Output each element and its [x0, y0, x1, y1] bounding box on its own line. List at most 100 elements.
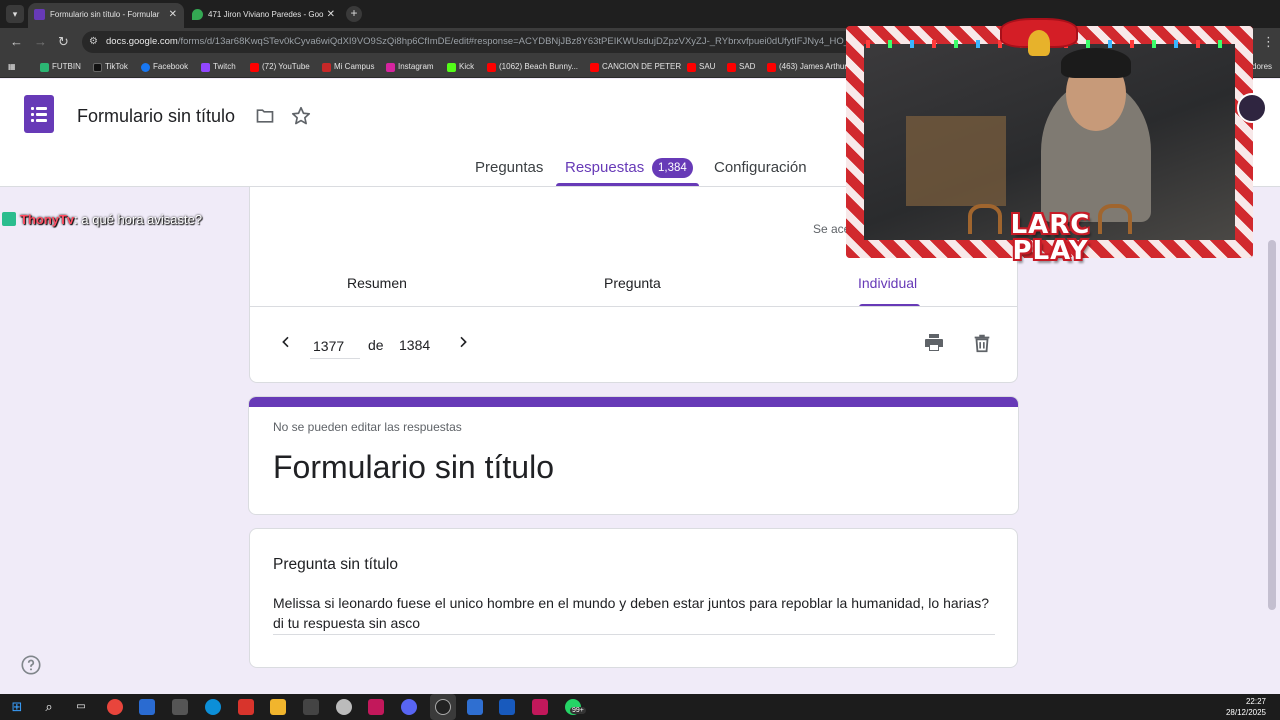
- campus-icon: [322, 63, 331, 72]
- browser-tab-maps[interactable]: 471 Jiron Viviano Paredes - Goo ✕: [186, 3, 342, 28]
- clock-date: 28/12/2025: [1225, 708, 1266, 717]
- browser-tab-strip: ▾ Formulario sin título - Formular ✕ 471…: [0, 0, 1280, 28]
- discord-icon[interactable]: [401, 699, 417, 715]
- google-forms-logo-icon[interactable]: [24, 95, 54, 133]
- google-forms-favicon-icon: [34, 9, 45, 20]
- app-icon[interactable]: [336, 699, 352, 715]
- clock-time: 22:27: [1245, 697, 1266, 706]
- page-scrollbar[interactable]: [1268, 240, 1276, 610]
- apps-grid-icon[interactable]: ▦: [8, 60, 16, 74]
- twitch-icon: [201, 63, 210, 72]
- tab-configuracion[interactable]: Configuración: [714, 159, 807, 176]
- whatsapp-badge: 99+: [570, 707, 586, 714]
- pager-of-label: de: [368, 337, 384, 353]
- youtube-icon: [727, 63, 736, 72]
- more-menu-icon[interactable]: ⋮: [1262, 34, 1275, 50]
- antler-icon: [1098, 204, 1132, 234]
- bookmark-tiktok[interactable]: TikTok: [93, 60, 128, 74]
- tab-resumen[interactable]: Resumen: [347, 275, 407, 291]
- no-edit-notice: No se pueden editar las respuestas: [273, 420, 462, 434]
- bookmarks-overflow-text[interactable]: dores: [1252, 60, 1272, 74]
- form-accent-band: [249, 397, 1018, 407]
- form-header-card: No se pueden editar las respuestas Formu…: [248, 396, 1019, 515]
- url-host: docs.google.com: [106, 36, 178, 47]
- windows-taskbar: ⊞ ⌕ ▭ 99+ 22:27 28/12/2025: [0, 694, 1280, 720]
- bookmark-instagram[interactable]: Instagram: [386, 60, 434, 74]
- new-tab-icon[interactable]: +: [346, 6, 362, 22]
- bookmark-facebook[interactable]: Facebook: [141, 60, 188, 74]
- tabs-divider: [250, 306, 1017, 307]
- print-icon[interactable]: [922, 331, 946, 355]
- chevron-left-icon[interactable]: [278, 334, 294, 350]
- obs-icon[interactable]: [435, 699, 451, 715]
- back-arrow-icon[interactable]: ←: [10, 34, 23, 50]
- close-tab-icon[interactable]: ✕: [169, 3, 177, 26]
- bookmark-youtube[interactable]: (72) YouTube: [250, 60, 310, 74]
- tab-respuestas[interactable]: Respuestas: [565, 159, 644, 176]
- responses-count-badge: 1,384: [652, 158, 693, 178]
- search-icon[interactable]: ⌕: [41, 699, 57, 715]
- star-icon[interactable]: [290, 105, 312, 127]
- site-info-icon[interactable]: ⚙: [89, 31, 98, 53]
- accepting-responses-label: Se ace: [813, 222, 851, 236]
- youtube-icon: [767, 63, 776, 72]
- pager-total: 1384: [399, 337, 431, 353]
- streamer-logo: LARC PLAY: [1010, 210, 1091, 266]
- reload-icon[interactable]: ↻: [58, 34, 69, 50]
- forward-arrow-icon[interactable]: →: [34, 34, 47, 50]
- browser-tab-forms[interactable]: Formulario sin título - Formular ✕: [28, 3, 184, 28]
- browser-tab-title: 471 Jiron Viviano Paredes - Goo: [208, 10, 324, 19]
- calculator-icon[interactable]: [467, 699, 483, 715]
- form-title: Formulario sin título: [273, 449, 554, 485]
- response-number-input[interactable]: [310, 333, 360, 359]
- bookmark-mi-campus[interactable]: Mi Campus: [322, 60, 374, 74]
- stream-chat-message: ThonyTv: a qué hora avisaste?: [2, 212, 202, 227]
- delete-icon[interactable]: [971, 331, 993, 355]
- youtube-icon: [687, 63, 696, 72]
- store-icon[interactable]: [139, 699, 155, 715]
- system-clock[interactable]: 22:27 28/12/2025: [1226, 696, 1266, 718]
- bookmark-james-arthur[interactable]: (463) James Arthur: [767, 60, 847, 74]
- bookmark-cancion-de-peter[interactable]: CANCION DE PETER: [590, 60, 681, 74]
- bookmark-futbin[interactable]: FUTBIN: [40, 60, 81, 74]
- account-avatar[interactable]: [1237, 93, 1267, 123]
- document-title[interactable]: Formulario sin título: [77, 106, 235, 127]
- bookmark-twitch[interactable]: Twitch: [201, 60, 236, 74]
- tiktok-icon: [93, 63, 102, 72]
- bookmark-kick[interactable]: Kick: [447, 60, 474, 74]
- app-icon[interactable]: [238, 699, 254, 715]
- futbin-icon: [40, 63, 49, 72]
- chat-username: ThonyTv: [20, 212, 75, 227]
- tab-individual[interactable]: Individual: [858, 275, 917, 291]
- browser-tab-title: Formulario sin título - Formular: [50, 10, 160, 19]
- tab-pregunta[interactable]: Pregunta: [604, 275, 661, 291]
- christmas-bell-icon: [1028, 30, 1050, 56]
- chevron-right-icon[interactable]: [455, 334, 471, 350]
- url-bar[interactable]: ⚙ docs.google.com/forms/d/13ar68KwqSTev0…: [82, 31, 872, 53]
- app-icon[interactable]: [172, 699, 188, 715]
- question-answer: Melissa si leonardo fuese el unico hombr…: [273, 593, 995, 635]
- question-card: Pregunta sin título Melissa si leonardo …: [249, 528, 1018, 668]
- tab-search-icon[interactable]: ▾: [6, 5, 24, 23]
- question-title: Pregunta sin título: [273, 556, 398, 573]
- url-path: /forms/d/13ar68KwqSTev0kCyva6wiQdXI9VO9S…: [177, 36, 872, 47]
- antler-icon: [968, 204, 1002, 234]
- app-icon[interactable]: [368, 699, 384, 715]
- app-icon[interactable]: [532, 699, 548, 715]
- app-icon[interactable]: [303, 699, 319, 715]
- instagram-icon: [386, 63, 395, 72]
- bookmark-beach-bunny[interactable]: (1062) Beach Bunny...: [487, 60, 578, 74]
- chat-badge-icon: [2, 212, 16, 226]
- bookmark-sau[interactable]: SAU: [687, 60, 715, 74]
- chrome-icon[interactable]: [107, 699, 123, 715]
- word-icon[interactable]: [499, 699, 515, 715]
- close-tab-icon[interactable]: ✕: [327, 3, 335, 26]
- move-to-folder-icon[interactable]: [254, 106, 276, 126]
- help-icon[interactable]: [20, 654, 42, 676]
- windows-start-icon[interactable]: ⊞: [9, 699, 25, 715]
- tab-preguntas[interactable]: Preguntas: [475, 159, 543, 176]
- edge-icon[interactable]: [205, 699, 221, 715]
- task-view-icon[interactable]: ▭: [73, 699, 89, 715]
- bookmark-sad[interactable]: SAD: [727, 60, 755, 74]
- file-explorer-icon[interactable]: [270, 699, 286, 715]
